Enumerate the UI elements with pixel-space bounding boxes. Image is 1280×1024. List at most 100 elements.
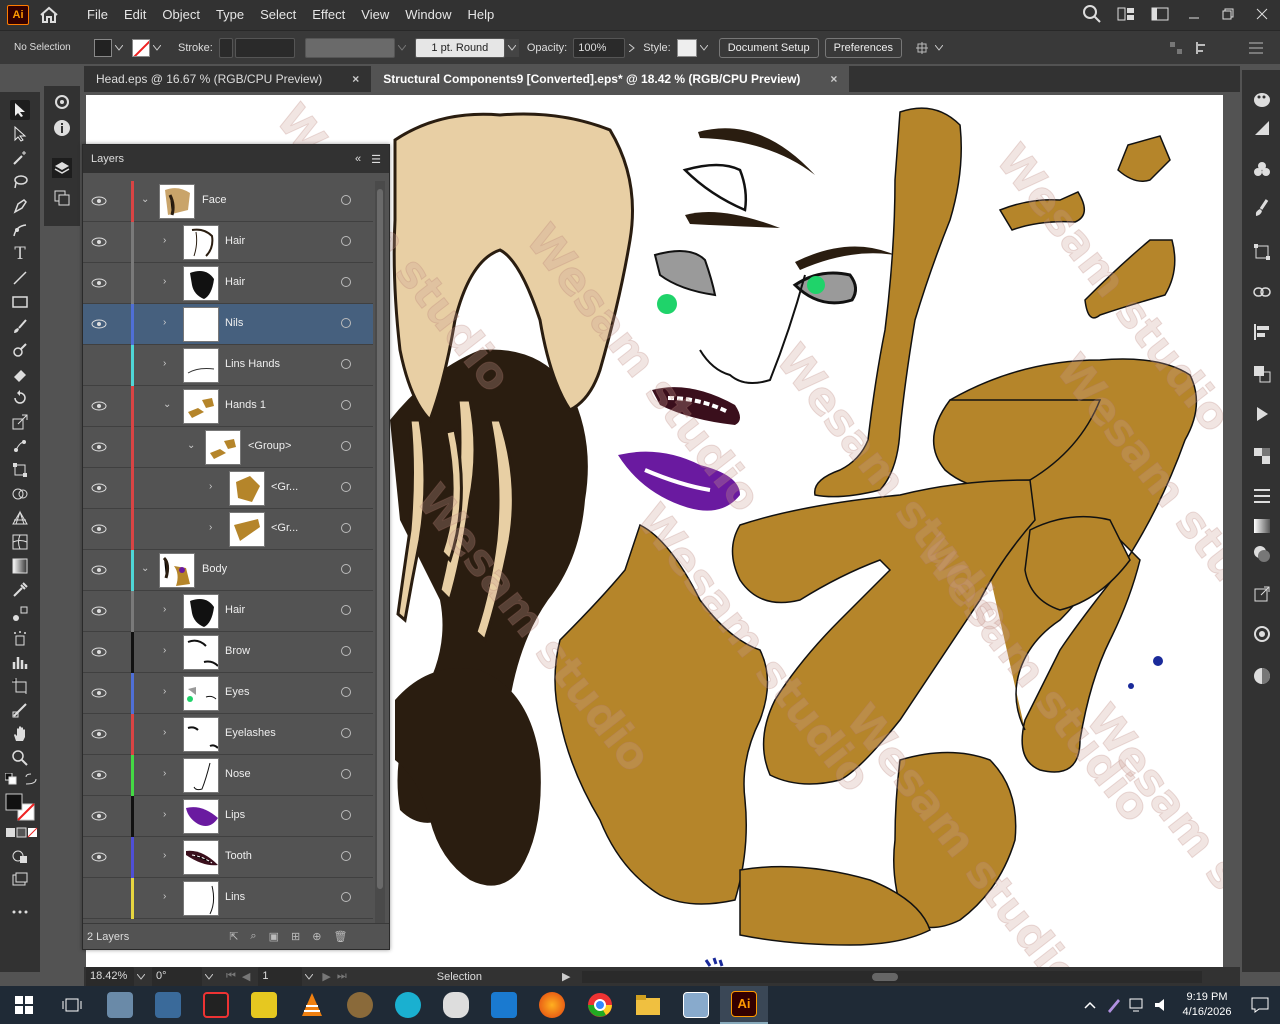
visibility-eye-icon[interactable] [91,276,107,290]
start-button[interactable] [0,986,48,1024]
volume-icon[interactable] [1150,986,1174,1024]
lasso-tool-icon[interactable] [10,172,30,192]
sublayer-tooth[interactable]: › Tooth [83,837,373,878]
style-dropdown-icon[interactable] [697,39,711,57]
last-artboard-icon[interactable]: ⏭ [337,970,347,983]
selection-tool-icon[interactable] [10,100,30,120]
shape-builder-tool-icon[interactable] [10,484,30,504]
taskbar-app-gimp-icon[interactable] [336,986,384,1024]
chevron-right-icon[interactable]: › [163,891,173,905]
menu-file[interactable]: File [79,0,116,30]
tab-structural-components[interactable]: Structural Components9 [Converted].eps* … [371,66,850,92]
taskbar-app-explorer-icon[interactable] [624,986,672,1024]
target-circle[interactable] [341,728,351,738]
close-tab-icon[interactable]: × [352,66,359,92]
visibility-eye-icon[interactable] [91,850,107,864]
chevron-right-icon[interactable]: › [163,235,173,249]
rotation-field[interactable]: 0° [152,966,202,987]
stroke-dropdown-icon[interactable] [150,39,164,57]
puppet-warp-tool-icon[interactable] [10,436,30,456]
visibility-eye-icon[interactable] [91,686,107,700]
visibility-eye-icon[interactable] [91,194,107,208]
symbol-sprayer-tool-icon[interactable] [10,628,30,648]
sublayer-lips[interactable]: › Lips [83,796,373,837]
delete-icon[interactable]: 🗑 [333,930,347,943]
layers-icon[interactable] [52,158,72,178]
sublayer-lins-hands[interactable]: › Lins Hands [83,345,373,386]
sublayer-eyelashes[interactable]: › Eyelashes [83,714,373,755]
actions-icon[interactable] [1252,404,1272,424]
target-circle[interactable] [341,769,351,779]
close-window-icon[interactable] [1252,4,1272,24]
free-transform-tool-icon[interactable] [10,460,30,480]
opacity-arrow-icon[interactable] [625,39,639,57]
minimize-icon[interactable] [1184,4,1204,24]
rotation-dropdown-icon[interactable] [202,968,216,986]
panel-menu-icon[interactable] [1246,39,1266,57]
taskbar-app-vlc-icon[interactable] [288,986,336,1024]
artboard-number-field[interactable]: 1 [258,966,303,987]
target-circle[interactable] [341,359,351,369]
show-hidden-icons[interactable] [1078,986,1102,1024]
task-view-icon[interactable] [48,986,96,1024]
target-circle[interactable] [341,687,351,697]
visibility-eye-icon[interactable] [91,727,107,741]
scale-tool-icon[interactable] [10,412,30,432]
stroke-swatch[interactable] [132,38,150,57]
options-dropdown-icon[interactable] [932,39,946,57]
profile-dropdown-icon[interactable] [395,39,409,57]
target-circle[interactable] [341,482,351,492]
visibility-eye-icon[interactable] [91,440,107,454]
locate-object-icon[interactable]: ⌕ [250,930,256,943]
zoom-dropdown-icon[interactable] [134,968,148,986]
taskbar-app-flower-icon[interactable] [384,986,432,1024]
create-sublayer-icon[interactable]: ⊞ [291,930,300,943]
sublayer-group-item-1[interactable]: › <Gr... [83,468,373,509]
make-clipping-mask-icon[interactable]: ▣ [269,930,279,943]
sublayer-nose[interactable]: › Nose [83,755,373,796]
preferences-button[interactable]: Preferences [824,37,902,58]
appearance-icon[interactable] [1252,544,1272,564]
info-icon[interactable] [52,118,72,138]
taskbar-app-photos-icon[interactable] [96,986,144,1024]
paintbrush-tool-icon[interactable] [10,316,30,336]
chevron-down-icon[interactable]: ⌄ [141,194,151,208]
visibility-eye-icon[interactable] [91,522,107,536]
artboards-icon[interactable] [52,188,72,208]
target-circle[interactable] [341,810,351,820]
rectangle-tool-icon[interactable] [10,292,30,312]
screen-mode-icon[interactable] [10,870,30,890]
graphic-styles-icon[interactable] [1252,666,1272,686]
first-artboard-icon[interactable]: ⏮ [226,970,236,983]
close-tab-icon[interactable]: × [830,66,837,92]
sublayer-hair-dark[interactable]: › Hair [83,263,373,304]
export-icon[interactable]: ⇱ [229,930,238,943]
target-circle[interactable] [341,441,351,451]
visibility-eye-icon[interactable] [91,645,107,659]
target-circle[interactable] [341,318,351,328]
artboard-dropdown-icon[interactable] [302,968,316,986]
brush-definition-field[interactable]: 1 pt. Round [414,37,505,58]
align-panel-icon[interactable] [1252,322,1272,342]
color-mode-icons[interactable] [4,826,38,840]
direct-selection-tool-icon[interactable] [10,124,30,144]
network-icon[interactable] [1126,986,1150,1024]
chevron-right-icon[interactable]: › [163,604,173,618]
selection-options-icon[interactable] [912,39,932,57]
search-icon[interactable] [1082,4,1102,24]
create-layer-icon[interactable]: ⊕ [312,930,321,943]
chevron-right-icon[interactable]: › [209,522,219,536]
target-circle[interactable] [341,195,351,205]
collapse-panel-icon[interactable]: « [355,153,361,166]
restore-icon[interactable] [1218,4,1238,24]
distribute-icon[interactable] [1192,39,1212,57]
sublayer-eyes[interactable]: › Eyes [83,673,373,714]
workspace-icon[interactable] [1150,4,1170,24]
chevron-down-icon[interactable]: ⌄ [141,563,151,577]
visibility-eye-icon[interactable] [91,809,107,823]
panel-options-icon[interactable]: ☰ [371,153,381,166]
taskbar-app-snipping-icon[interactable] [144,986,192,1024]
stroke-weight-field[interactable] [234,37,295,58]
taskbar-app-image-viewer-icon[interactable] [672,986,720,1024]
swap-colors-icon[interactable] [24,772,38,786]
